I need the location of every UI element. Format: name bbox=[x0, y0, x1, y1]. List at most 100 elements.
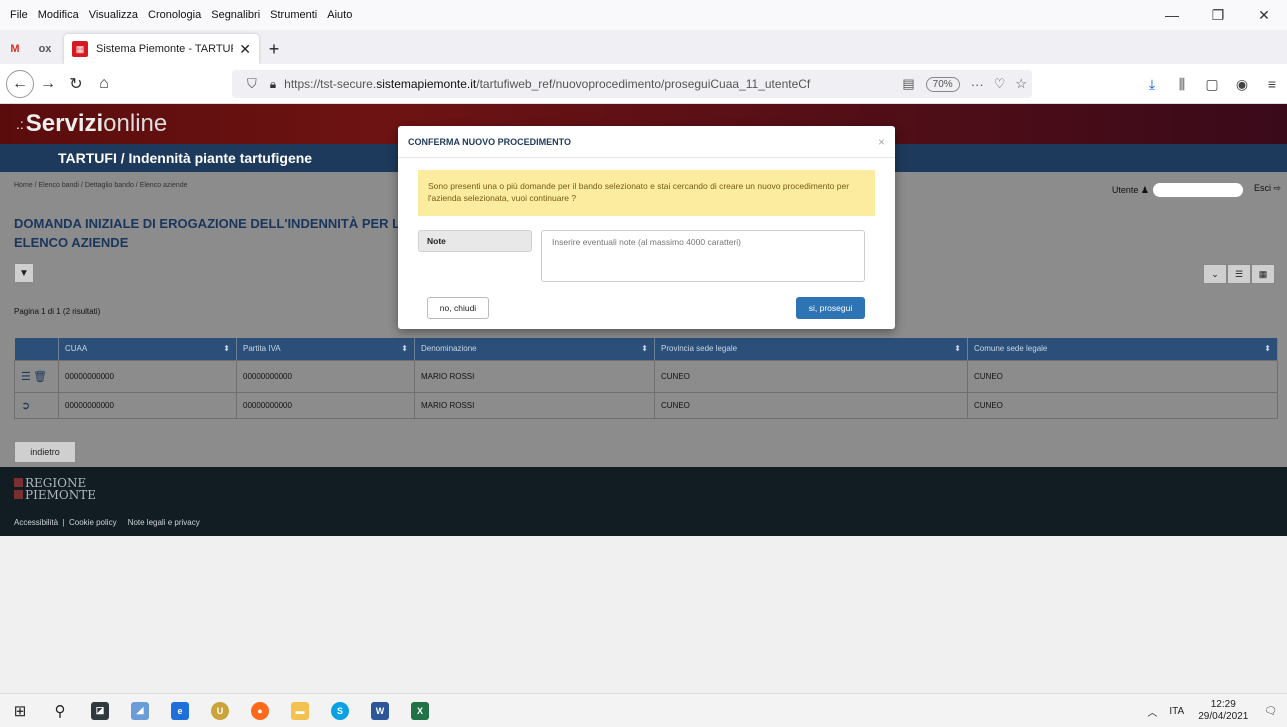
menu-visualizza[interactable]: Visualizza bbox=[89, 9, 138, 21]
cell-comune: CUNEO bbox=[967, 359, 1278, 393]
navigation-bar: ← → ↻ ⌂ ⛉ 🔒︎ https://tst-secure.sistemap… bbox=[0, 64, 1287, 104]
language-indicator[interactable]: ITA bbox=[1169, 706, 1184, 717]
pocket-icon[interactable]: ♡ bbox=[994, 76, 1006, 92]
row-actions: ☰ 🗑︎ bbox=[14, 359, 59, 393]
logout-link[interactable]: Esci ⇨ bbox=[1254, 183, 1281, 194]
cell-partita-iva: 00000000000 bbox=[236, 391, 415, 419]
header-denominazione[interactable]: Denominazione ⬍ bbox=[414, 338, 655, 360]
link-cookie-policy[interactable]: Cookie policy bbox=[69, 518, 117, 527]
chevron-down-icon[interactable]: ⌄ bbox=[1203, 264, 1227, 284]
site-favicon-icon: ▦ bbox=[72, 41, 88, 57]
link-accessibility[interactable]: Accessibilità bbox=[14, 518, 58, 527]
cell-provincia: CUNEO bbox=[654, 359, 968, 393]
cell-comune: CUNEO bbox=[967, 391, 1278, 419]
brand-dots-icon: .: bbox=[16, 116, 24, 132]
library-icon[interactable]: ⫼ bbox=[1167, 70, 1197, 98]
menu-segnalibri[interactable]: Segnalibri bbox=[211, 9, 260, 21]
sticky-app-icon[interactable]: ◪ bbox=[80, 694, 120, 727]
cell-cuaa: 00000000000 bbox=[58, 391, 237, 419]
pinned-tab-ox[interactable]: ox bbox=[30, 34, 60, 64]
menu-aiuto[interactable]: Aiuto bbox=[327, 9, 352, 21]
row-actions: ➲ bbox=[14, 391, 59, 419]
page-title: DOMANDA INIZIALE DI EROGAZIONE DELL'INDE… bbox=[14, 216, 433, 231]
tab-close-icon[interactable]: ✕ bbox=[239, 41, 251, 58]
trash-icon[interactable]: 🗑︎ bbox=[33, 371, 47, 383]
link-legal-privacy[interactable]: Note legali e privacy bbox=[128, 518, 200, 527]
notifications-icon[interactable]: 🗨︎ bbox=[1264, 706, 1277, 717]
toolbar-right: ⤓ ⫼ ▢ ◉ ≡ bbox=[1137, 70, 1287, 98]
table-row: ☰ 🗑︎ 00000000000 00000000000 MARIO ROSSI… bbox=[14, 359, 1278, 393]
brand-bold: Servizi bbox=[25, 110, 104, 137]
proceed-arrow-icon[interactable]: ➲ bbox=[21, 400, 30, 412]
aziende-table: CUAA ⬍ Partita IVA ⬍ Denominazione ⬍ Provin… bbox=[14, 338, 1278, 419]
file-explorer-icon[interactable]: ▬ bbox=[280, 694, 320, 727]
confirm-button[interactable]: si, prosegui bbox=[796, 297, 865, 319]
search-icon[interactable]: ⚲ bbox=[40, 694, 80, 727]
menu-file[interactable]: File bbox=[10, 9, 28, 21]
header-partita-iva[interactable]: Partita IVA ⬍ bbox=[236, 338, 415, 360]
windows-start-icon[interactable]: ⊞ bbox=[0, 694, 40, 727]
clock[interactable]: 12:29 29/04/2021 bbox=[1198, 699, 1248, 723]
footer-links: Accessibilità | Cookie policy Note legal… bbox=[14, 518, 200, 527]
address-bar[interactable]: ⛉ 🔒︎ https://tst-secure.sistemapiemonte.… bbox=[232, 70, 1032, 98]
close-window-icon[interactable]: ✕ bbox=[1241, 0, 1287, 30]
account-icon[interactable]: ◉ bbox=[1227, 70, 1257, 98]
pinned-tab-gmail[interactable]: M bbox=[0, 34, 30, 64]
hamburger-menu-icon[interactable]: ≡ bbox=[1257, 70, 1287, 98]
tray-chevron-up-icon[interactable]: ︿ bbox=[1147, 704, 1157, 719]
detail-list-icon[interactable]: ☰ bbox=[21, 371, 31, 383]
reload-icon[interactable]: ↻ bbox=[62, 70, 90, 98]
back-button[interactable]: indietro bbox=[14, 441, 76, 463]
header-actions bbox=[14, 338, 59, 360]
tab-active[interactable]: ▦ Sistema Piemonte - TARTUFI ✕ bbox=[64, 34, 259, 64]
user-label: Utente bbox=[1111, 185, 1139, 195]
header-provincia[interactable]: Provincia sede legale ⬍ bbox=[654, 338, 968, 360]
system-tray: ︿ ITA 12:29 29/04/2021 🗨︎ bbox=[1147, 694, 1277, 727]
section-title: ELENCO AZIENDE bbox=[14, 235, 129, 250]
table-row: ➲ 00000000000 00000000000 MARIO ROSSI CU… bbox=[14, 391, 1278, 419]
shield-icon[interactable]: ⛉ bbox=[247, 76, 257, 92]
close-icon[interactable]: × bbox=[878, 135, 885, 149]
header-cuaa[interactable]: CUAA ⬍ bbox=[58, 338, 237, 360]
windows-taskbar: ⊞ ⚲ ◪ ◢ e U ● ▬ S W X ︿ ITA 12:29 29/04/… bbox=[0, 693, 1287, 727]
menu-strumenti[interactable]: Strumenti bbox=[270, 9, 317, 21]
url-text: https://tst-secure.sistemapiemonte.it/ta… bbox=[284, 77, 811, 91]
bookmark-star-icon[interactable]: ☆ bbox=[1015, 76, 1027, 92]
table-header-row: CUAA ⬍ Partita IVA ⬍ Denominazione ⬍ Provin… bbox=[14, 338, 1278, 360]
sidebar-icon[interactable]: ▢ bbox=[1197, 70, 1227, 98]
skype-icon[interactable]: S bbox=[320, 694, 360, 727]
back-icon[interactable]: ← bbox=[6, 69, 34, 98]
firefox-icon[interactable]: ● bbox=[240, 694, 280, 727]
note-textarea[interactable] bbox=[541, 230, 865, 282]
minimize-icon[interactable]: — bbox=[1149, 0, 1195, 30]
cell-denominazione: MARIO ROSSI bbox=[414, 391, 655, 419]
app-blue-icon[interactable]: ◢ bbox=[120, 694, 160, 727]
word-icon[interactable]: W bbox=[360, 694, 400, 727]
lock-icon[interactable]: 🔒︎ bbox=[270, 77, 276, 92]
edge-icon[interactable]: e bbox=[160, 694, 200, 727]
app-ue-icon[interactable]: U bbox=[200, 694, 240, 727]
note-label: Note bbox=[418, 230, 532, 252]
menu-bar: File Modifica Visualizza Cronologia Segn… bbox=[0, 0, 1287, 30]
cell-provincia: CUNEO bbox=[654, 391, 968, 419]
columns-icon[interactable]: ▦ bbox=[1251, 264, 1275, 284]
excel-icon[interactable]: X bbox=[400, 694, 440, 727]
reader-view-icon[interactable]: ▤ bbox=[902, 76, 914, 92]
zoom-level-badge[interactable]: 70% bbox=[925, 76, 960, 92]
new-tab-button[interactable]: + bbox=[259, 34, 289, 64]
menu-cronologia[interactable]: Cronologia bbox=[148, 9, 201, 21]
pagination-info: Pagina 1 di 1 (2 risultati) bbox=[14, 307, 101, 316]
menu-modifica[interactable]: Modifica bbox=[38, 9, 79, 21]
filter-icon[interactable]: ▼ bbox=[14, 263, 34, 283]
page-actions-icon[interactable]: ··· bbox=[971, 77, 984, 92]
list-view-icon[interactable]: ☰ bbox=[1227, 264, 1251, 284]
header-comune[interactable]: Comune sede legale ⬍ bbox=[967, 338, 1278, 360]
tab-title: Sistema Piemonte - TARTUFI bbox=[96, 43, 234, 55]
cell-partita-iva: 00000000000 bbox=[236, 359, 415, 393]
forward-icon[interactable]: → bbox=[34, 70, 62, 98]
cancel-button[interactable]: no, chiudi bbox=[427, 297, 489, 319]
restore-icon[interactable]: ❐ bbox=[1195, 0, 1241, 30]
download-icon[interactable]: ⤓ bbox=[1137, 70, 1167, 98]
breadcrumb[interactable]: Home / Elenco bandi / Dettaglio bando / … bbox=[14, 182, 188, 189]
home-icon[interactable]: ⌂ bbox=[90, 70, 118, 98]
